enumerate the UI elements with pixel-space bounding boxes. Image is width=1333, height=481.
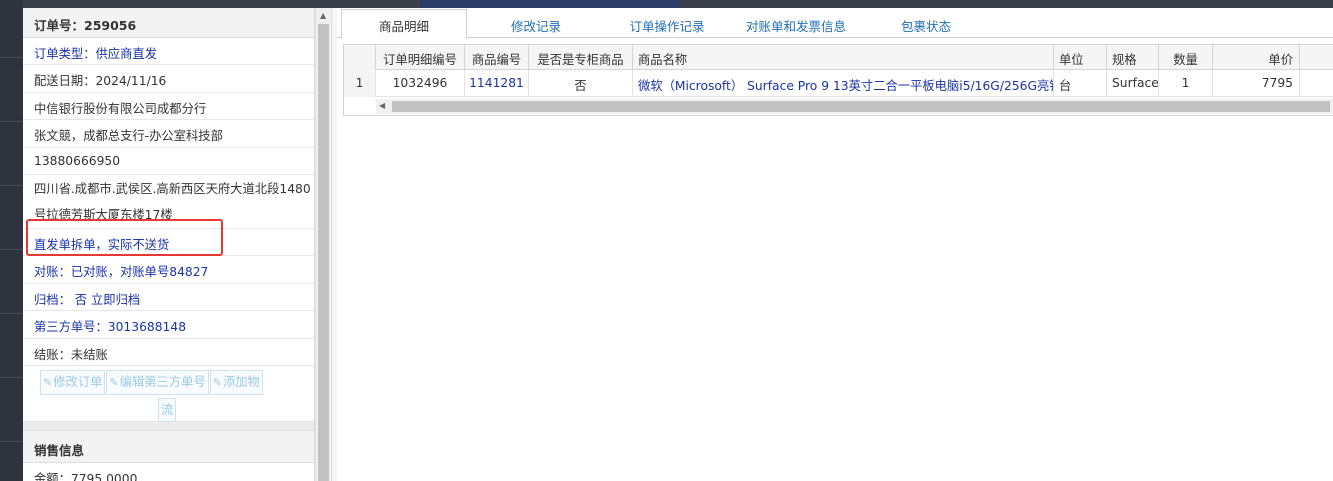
table-horizontal-scrollbar[interactable]: ◀ [376, 99, 1333, 114]
add-logistics-label: 添加物 [222, 374, 260, 389]
cell-detail-id: 1032496 [376, 70, 465, 97]
edit-third-party-button[interactable]: ✎编辑第三方单号 [106, 369, 209, 395]
left-panel-scrollbar[interactable]: ▲ [315, 8, 331, 481]
top-bar-segment [420, 0, 680, 8]
cell-price: 7795 [1213, 70, 1300, 97]
detail-tabs: 商品明细 修改记录 订单操作记录 对账单和发票信息 包裹状态 [337, 8, 1333, 39]
contact-person: 张文競，成都总支行-办公室科技部 [23, 120, 314, 148]
product-table: 订单明细编号 商品编号 是否是专柜商品 商品名称 单位 规格 数量 单价 1 1… [343, 44, 1333, 116]
add-logistics-button-wrap[interactable]: 流 [158, 397, 177, 422]
hscroll-thumb[interactable] [392, 101, 1330, 112]
highlight-box [26, 219, 223, 256]
header-detail-id[interactable]: 订单明细编号 [376, 45, 465, 70]
tab-modify-log[interactable]: 修改记录 [473, 10, 599, 38]
header-counter[interactable]: 是否是专柜商品 [529, 45, 633, 70]
order-type-value: 供应商直发 [95, 47, 158, 61]
nav-strip [0, 0, 23, 481]
tab-reconcile-invoice[interactable]: 对账单和发票信息 [733, 10, 859, 38]
row-number: 1 [344, 70, 376, 97]
header-spec[interactable]: 规格 [1107, 45, 1159, 70]
archive-status[interactable]: 归档： 否 立即归档 [23, 284, 314, 312]
edit-icon: ✎ [212, 375, 222, 389]
delivery-date: 配送日期：2024/11/16 [23, 65, 314, 93]
header-unit[interactable]: 单位 [1054, 45, 1107, 70]
panel-splitter[interactable] [331, 8, 337, 481]
order-number: 订单号：259056 [23, 8, 314, 38]
sales-info-title: 销售信息 [23, 430, 314, 463]
reconcile-status[interactable]: 对账：已对账，对账单号84827 [23, 256, 314, 284]
scroll-left-arrow-icon[interactable]: ◀ [379, 101, 385, 110]
edit-icon: ✎ [109, 375, 119, 389]
phone-number: 13880666950 [23, 148, 314, 175]
cell-product-name-link[interactable]: 微软（Microsoft） Surface Pro 9 13英寸二合一平板电脑i… [633, 70, 1054, 97]
header-product-id[interactable]: 商品编号 [465, 45, 529, 70]
header-price[interactable]: 单价 [1213, 45, 1300, 70]
tab-product-details[interactable]: 商品明细 [341, 9, 467, 39]
tab-order-operations[interactable]: 订单操作记录 [605, 10, 729, 38]
sales-amount: 金额：7795.0000 [23, 463, 314, 481]
order-type-label: 订单类型： [34, 47, 96, 61]
cell-spec: Surface [1107, 70, 1159, 97]
cell-unit: 台 [1054, 70, 1107, 97]
table-row[interactable]: 1 1032496 1141281 否 微软（Microsoft） Surfac… [344, 70, 1333, 97]
tab-package-status[interactable]: 包裹状态 [864, 10, 988, 38]
third-party-number: 第三方单号：3013688148 [23, 311, 314, 339]
settlement-status: 结账：未结账 [23, 339, 314, 366]
cell-product-id-link[interactable]: 1141281 [465, 70, 529, 97]
add-logistics-button[interactable]: ✎添加物 [209, 369, 263, 395]
company-name: 中信银行股份有限公司成都分行 [23, 93, 314, 121]
add-logistics-label-cont: 流 [161, 402, 174, 417]
edit-third-party-label: 编辑第三方单号 [119, 374, 206, 389]
edit-order-button[interactable]: ✎修改订单 [40, 369, 106, 395]
header-rownum [344, 45, 376, 70]
edit-order-label: 修改订单 [53, 374, 103, 389]
cell-qty: 1 [1159, 70, 1213, 97]
order-type-row: 订单类型：供应商直发 [23, 38, 314, 66]
table-header: 订单明细编号 商品编号 是否是专柜商品 商品名称 单位 规格 数量 单价 [344, 45, 1333, 70]
scroll-up-arrow-icon[interactable]: ▲ [320, 11, 326, 20]
edit-icon: ✎ [43, 375, 53, 389]
header-qty[interactable]: 数量 [1159, 45, 1213, 70]
cell-counter: 否 [529, 70, 633, 97]
scrollbar-thumb[interactable] [318, 24, 329, 481]
header-product-name[interactable]: 商品名称 [633, 45, 1054, 70]
order-actions: ✎修改订单 ✎编辑第三方单号 ✎添加物 流 [23, 366, 314, 422]
section-gap [23, 421, 314, 431]
top-bar [0, 0, 1333, 8]
